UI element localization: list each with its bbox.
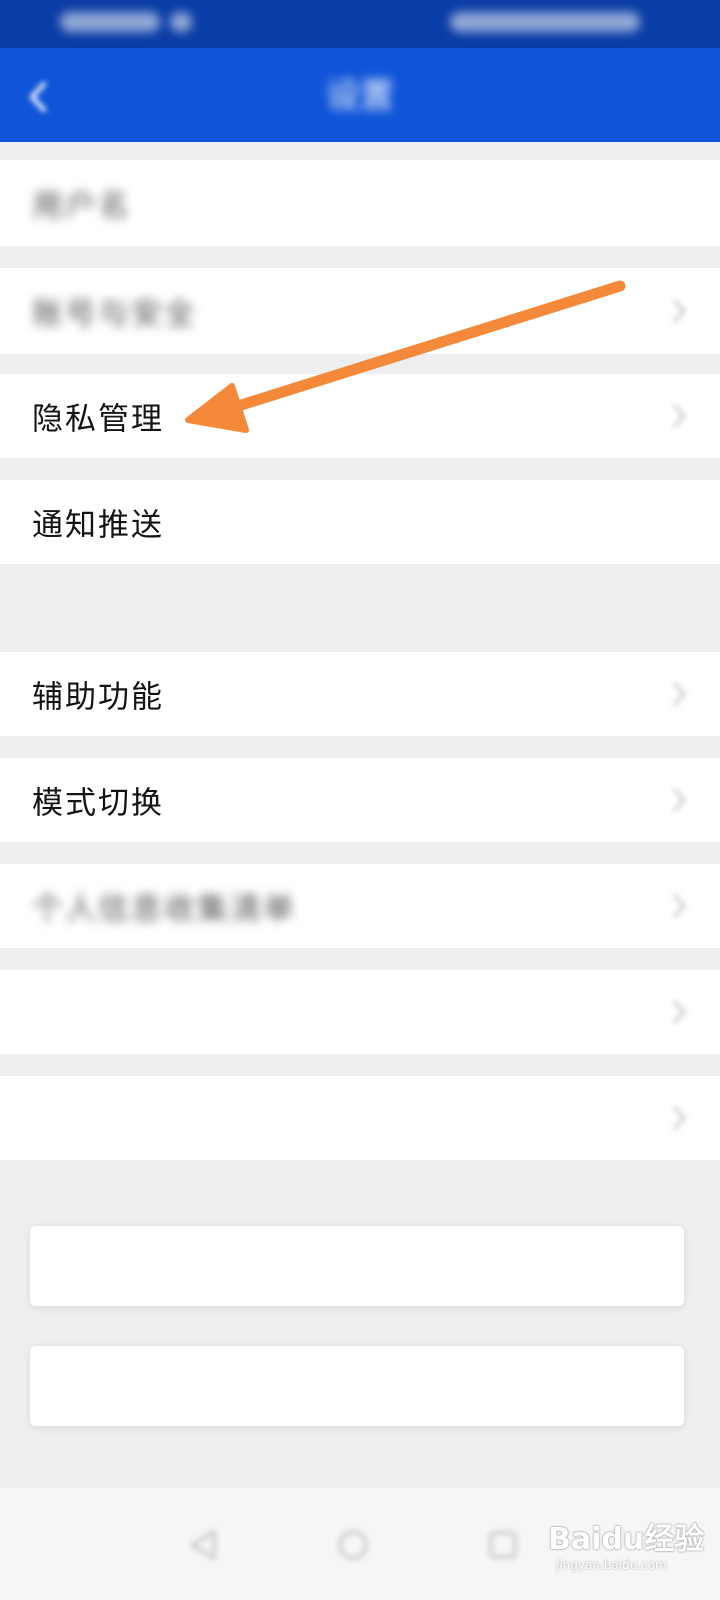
baidu-watermark: Baidu经验 jingyan.baidu.com — [548, 1508, 708, 1588]
chevron-right-icon — [673, 894, 686, 918]
row-label: 通知推送 — [32, 507, 164, 544]
wifi-icon — [170, 12, 192, 32]
chevron-right-icon — [673, 1000, 686, 1024]
row-label: 模式切换 — [32, 785, 164, 822]
row-label: 个人信息收集清单 — [32, 891, 296, 928]
nav-recents-icon[interactable] — [486, 1528, 520, 1562]
signal-icon — [60, 12, 160, 32]
list-item-about[interactable] — [0, 1076, 720, 1160]
chevron-right-icon — [673, 788, 686, 812]
list-item-notifications[interactable]: 通知推送 — [0, 480, 720, 564]
chevron-right-icon — [673, 1106, 686, 1130]
nav-back-icon[interactable] — [186, 1528, 220, 1562]
row-label: 用户名 — [32, 188, 131, 225]
page-title: 设置 — [326, 76, 394, 116]
settings-screen: 设置 用户名 账号与安全 隐私管理 通知推送 辅助功能 模式切换 个人信息收集清… — [0, 0, 720, 1600]
row-label: 隐私管理 — [32, 401, 164, 438]
list-item-mode-switch[interactable]: 模式切换 — [0, 758, 720, 842]
nav-home-icon[interactable] — [336, 1528, 370, 1562]
primary-action-button[interactable] — [30, 1226, 684, 1306]
row-label: 账号与安全 — [32, 296, 197, 333]
watermark-site: jingyan.baidu.com — [556, 1558, 667, 1572]
list-item-accessibility[interactable]: 辅助功能 — [0, 652, 720, 736]
chevron-right-icon — [673, 299, 686, 323]
status-bar — [0, 0, 720, 48]
chevron-right-icon — [673, 404, 686, 428]
list-item-username[interactable]: 用户名 — [0, 160, 720, 246]
list-item-third-party-info[interactable] — [0, 970, 720, 1054]
chevron-right-icon — [673, 682, 686, 706]
row-label: 辅助功能 — [32, 679, 164, 716]
list-item-privacy[interactable]: 隐私管理 — [0, 374, 720, 458]
battery-icon — [450, 12, 640, 32]
secondary-action-button[interactable] — [30, 1346, 684, 1426]
list-item-personal-info-list[interactable]: 个人信息收集清单 — [0, 864, 720, 948]
watermark-brand: Baidu经验 — [548, 1522, 705, 1557]
list-item-account-security[interactable]: 账号与安全 — [0, 268, 720, 354]
